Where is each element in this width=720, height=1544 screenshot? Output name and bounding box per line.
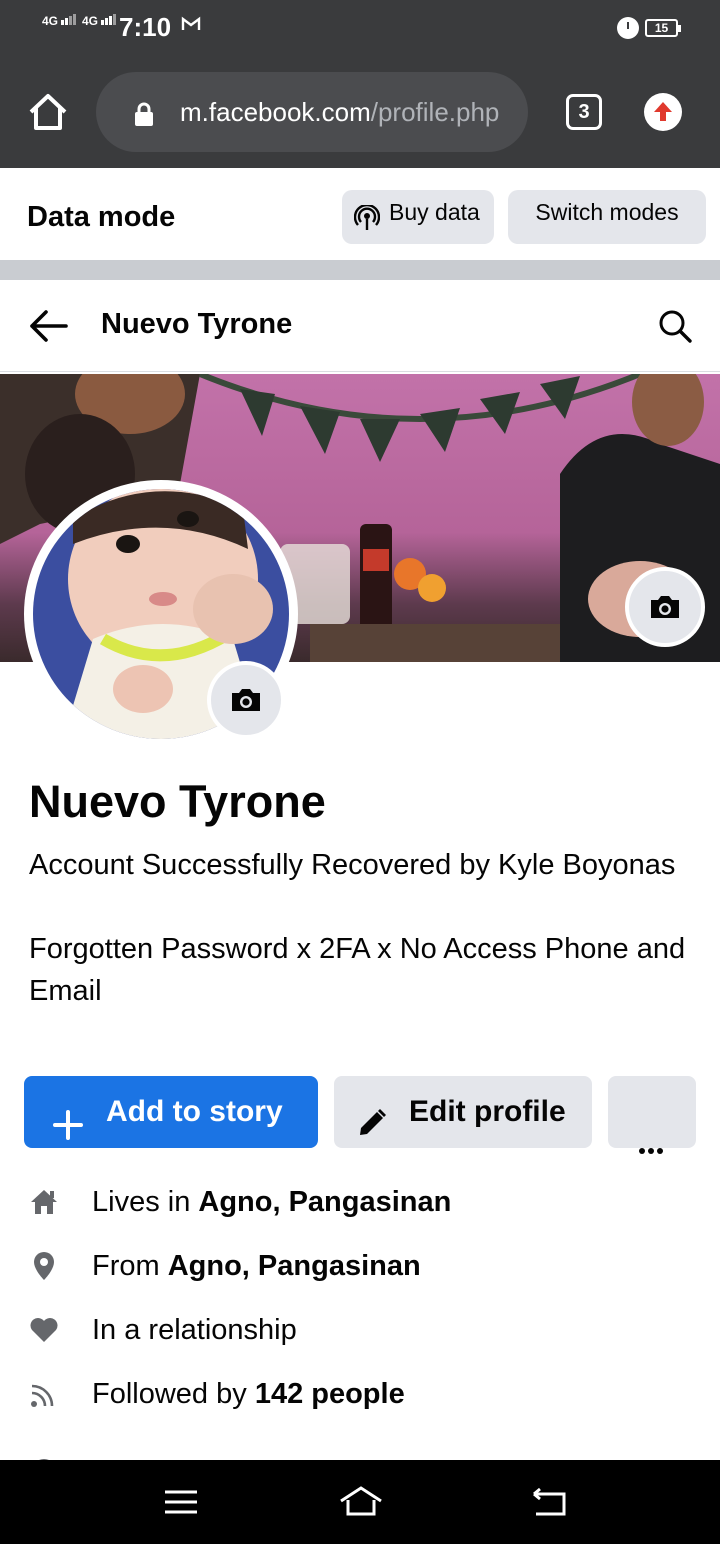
detail-text: From Agno, Pangasinan [92, 1250, 421, 1283]
detail-text: Lives in Agno, Pangasinan [92, 1186, 451, 1219]
network-type-1: 4G [42, 14, 59, 28]
switch-modes-label: Switch modes [535, 199, 679, 225]
camera-icon [648, 593, 682, 621]
page-header: Nuevo Tyrone [0, 280, 720, 372]
update-icon[interactable] [644, 93, 682, 131]
signal-bars-icon [61, 14, 77, 28]
data-mode-title: Data mode [27, 201, 176, 233]
location-pin-icon [28, 1250, 60, 1282]
home-icon[interactable] [26, 90, 70, 134]
profile-name: Nuevo Tyrone [29, 776, 326, 827]
add-to-story-label: Add to story [106, 1095, 283, 1128]
signal-bars-icon [101, 14, 117, 28]
gmail-icon [181, 16, 201, 38]
url-path: /profile.php [370, 97, 500, 127]
page-title: Nuevo Tyrone [101, 308, 293, 340]
home-icon [28, 1186, 60, 1218]
followers-link[interactable]: 142 people [255, 1378, 405, 1410]
detail-prefix: From [92, 1250, 168, 1282]
status-bar: 4G 4G 7:10 15 [0, 0, 720, 56]
edit-profile-label: Edit profile [409, 1095, 566, 1128]
system-navigation-bar [0, 1460, 720, 1544]
url-text: m.facebook.com/profile.php [180, 97, 510, 128]
lock-icon [133, 102, 155, 126]
edit-profile-button[interactable]: Edit profile [334, 1076, 592, 1148]
detail-from: From Agno, Pangasinan [0, 1236, 720, 1300]
more-options-button[interactable] [608, 1076, 696, 1154]
network-type-2: 4G [82, 14, 99, 28]
detail-relationship: In a relationship [0, 1300, 720, 1364]
bio-line: Account Successfully Recovered by Kyle B… [29, 849, 676, 881]
detail-text: In a relationship [92, 1314, 297, 1346]
detail-prefix: Followed by [92, 1378, 255, 1410]
detail-value[interactable]: Agno, Pangasinan [168, 1250, 421, 1282]
menu-icon[interactable] [161, 1484, 201, 1520]
detail-lives-in: Lives in Agno, Pangasinan [0, 1172, 720, 1236]
rss-icon [28, 1378, 60, 1410]
home-icon[interactable] [338, 1484, 382, 1520]
detail-text: Followed by 142 people [92, 1378, 405, 1411]
signal-indicator-2: 4G [82, 14, 117, 28]
heart-icon [28, 1314, 60, 1346]
broadcast-icon [353, 201, 381, 230]
detail-prefix: Lives in [92, 1186, 199, 1218]
more-icon [639, 1109, 666, 1181]
profile-bio: Account Successfully Recovered by Kyle B… [29, 844, 699, 1012]
pencil-icon [356, 1094, 388, 1135]
switch-modes-button[interactable]: Switch modes [508, 190, 706, 244]
search-icon[interactable] [657, 308, 693, 344]
bio-line: Forgotten Password x 2FA x No Access Pho… [29, 933, 686, 1007]
url-domain: m.facebook.com [180, 97, 371, 127]
buy-data-label: Buy data [389, 199, 480, 225]
back-icon[interactable] [530, 1484, 570, 1520]
battery-indicator: 15 [645, 19, 681, 37]
signal-indicator-1: 4G [42, 14, 77, 28]
address-bar[interactable]: m.facebook.com/profile.php [96, 72, 528, 152]
browser-toolbar: m.facebook.com/profile.php 3 [0, 56, 720, 168]
detail-followers: Followed by 142 people [0, 1364, 720, 1428]
camera-icon [229, 686, 263, 714]
clock: 7:10 [119, 12, 172, 42]
add-to-story-button[interactable]: Add to story [24, 1076, 318, 1148]
tab-switcher-button[interactable]: 3 [566, 94, 602, 130]
edit-cover-photo-button[interactable] [625, 567, 705, 647]
edit-profile-picture-button[interactable] [207, 661, 285, 739]
data-mode-bar: Data mode Buy data Switch modes [0, 168, 720, 260]
back-arrow-icon[interactable] [28, 308, 68, 344]
plus-icon [52, 1096, 84, 1140]
buy-data-button[interactable]: Buy data [342, 190, 494, 244]
alarm-icon [617, 17, 639, 39]
divider [0, 260, 720, 280]
detail-value[interactable]: Agno, Pangasinan [198, 1186, 451, 1218]
